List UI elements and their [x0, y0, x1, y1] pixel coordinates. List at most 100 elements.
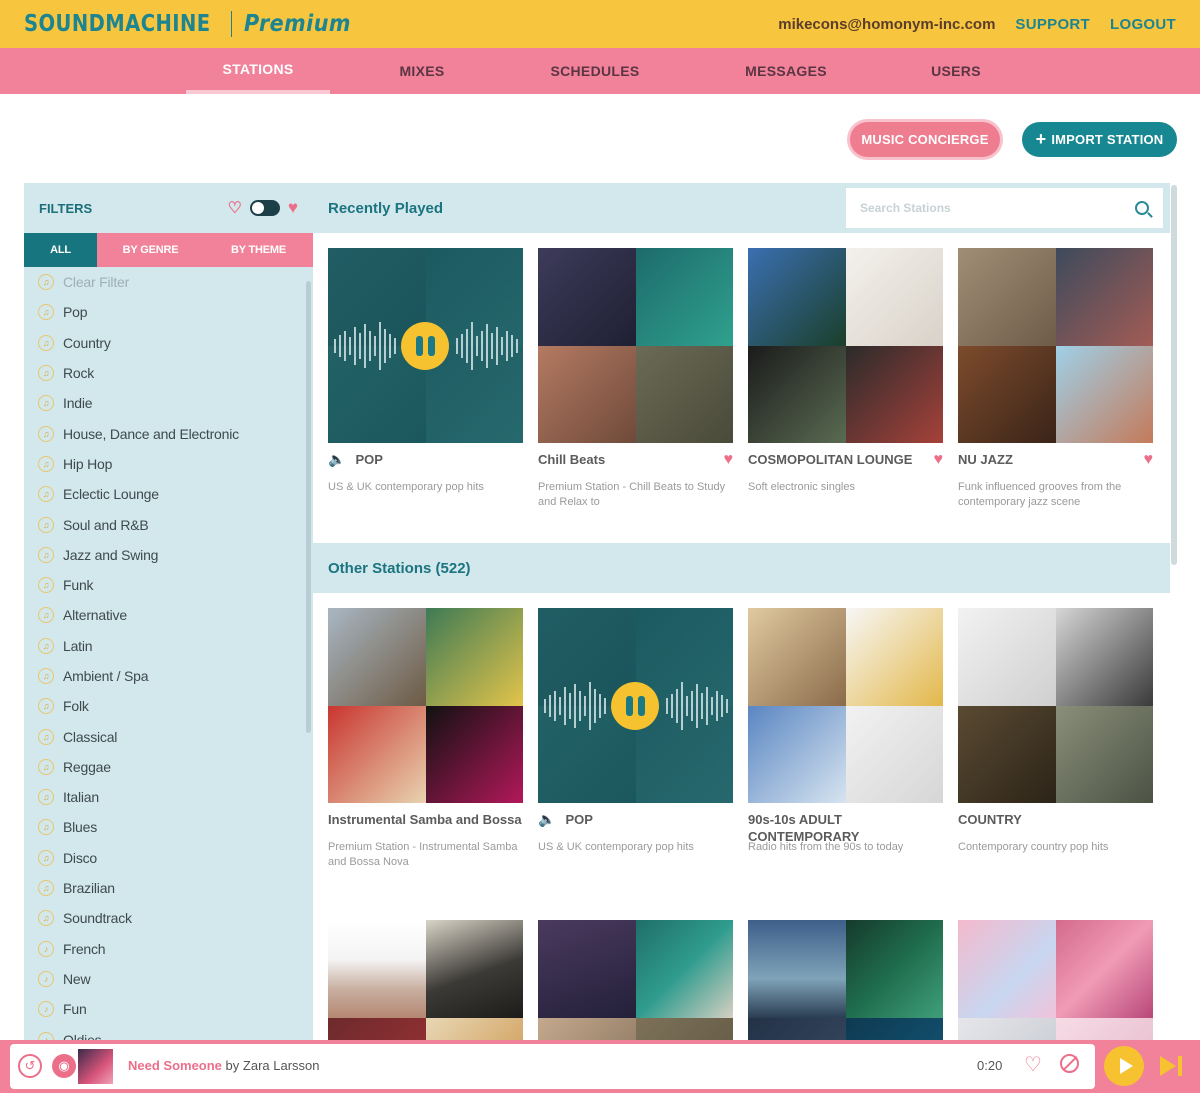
tab-mixes[interactable]: MIXES — [360, 48, 484, 94]
heart-filled-icon[interactable]: ♥ — [724, 451, 734, 468]
search-box[interactable]: Search Stations — [846, 188, 1163, 228]
station-cover[interactable] — [328, 920, 523, 1043]
station-card[interactable]: COSMOPOLITAN LOUNGE ♥ Soft electronic sing… — [748, 248, 943, 495]
station-title[interactable]: POP — [355, 451, 523, 468]
station-card[interactable]: Instrumental Samba and Bossa Premium Stat… — [328, 608, 523, 870]
station-title-row: NU JAZZ ♥ — [958, 449, 1153, 483]
station-card[interactable]: 🔈 POP US & UK contemporary pop hits — [538, 608, 733, 855]
genre-item[interactable]: ♫ Folk — [24, 691, 313, 721]
genre-item[interactable]: ♫ Disco — [24, 843, 313, 873]
support-link[interactable]: SUPPORT — [1015, 16, 1090, 33]
heart-filled-icon[interactable]: ♥ — [934, 451, 944, 468]
filter-tab-all[interactable]: ALL — [24, 233, 97, 267]
genre-item[interactable]: ♫ Ambient / Spa — [24, 661, 313, 691]
station-card[interactable]: 90s-10s ADULT CONTEMPORARY Radio hits fro… — [748, 608, 943, 855]
genre-item[interactable]: ♫ Alternative — [24, 600, 313, 630]
station-description: Soft electronic singles — [748, 481, 855, 493]
account-links: mikecons@homonym-inc.com SUPPORT LOGOUT — [778, 16, 1176, 33]
genre-item[interactable]: ♫ Soul and R&B — [24, 509, 313, 539]
genre-item[interactable]: ♫ House, Dance and Electronic — [24, 418, 313, 448]
genre-item[interactable]: ♫ Brazilian — [24, 873, 313, 903]
station-title[interactable]: Instrumental Samba and Bossa — [328, 811, 523, 828]
genre-label: Italian — [63, 789, 99, 806]
waveform-overlay — [538, 608, 733, 803]
station-cover[interactable] — [748, 248, 943, 443]
genre-item[interactable]: ♫ Latin — [24, 631, 313, 661]
now-playing-song[interactable]: Need Someone — [128, 1058, 222, 1073]
station-cover[interactable] — [538, 608, 733, 803]
music-note-icon: ♫ — [38, 516, 54, 533]
station-card[interactable] — [538, 920, 733, 1043]
genre-item[interactable]: ♪ New — [24, 964, 313, 994]
station-card[interactable]: COUNTRY Contemporary country pop hits — [958, 608, 1153, 855]
station-card[interactable]: NU JAZZ ♥ Funk influenced grooves from the… — [958, 248, 1153, 510]
clear-filter[interactable]: ♫ Clear Filter — [24, 267, 313, 297]
station-title[interactable]: COSMOPOLITAN LOUNGE — [748, 451, 930, 468]
station-title[interactable]: COUNTRY — [958, 811, 1153, 828]
play-button[interactable] — [1104, 1046, 1144, 1086]
block-icon[interactable] — [1060, 1054, 1079, 1073]
heart-filled-icon[interactable]: ♥ — [1144, 451, 1154, 468]
genre-item[interactable]: ♫ Italian — [24, 782, 313, 812]
import-station-button[interactable]: + IMPORT STATION — [1022, 122, 1177, 157]
genre-item[interactable]: ♫ Funk — [24, 570, 313, 600]
genre-item[interactable]: ♫ Jazz and Swing — [24, 540, 313, 570]
favorites-toggle[interactable] — [249, 200, 280, 216]
station-card[interactable] — [748, 920, 943, 1043]
tab-schedules[interactable]: SCHEDULES — [530, 48, 660, 94]
genre-item[interactable]: ♪ Fun — [24, 994, 313, 1024]
sidebar-scrollbar[interactable] — [306, 281, 311, 733]
genre-item[interactable]: ♫ Classical — [24, 721, 313, 751]
genre-item[interactable]: ♫ Blues — [24, 812, 313, 842]
station-title[interactable]: NU JAZZ — [958, 451, 1140, 468]
genre-item[interactable]: ♫ Reggae — [24, 752, 313, 782]
music-note-icon: ♫ — [38, 455, 54, 472]
tab-messages[interactable]: MESSAGES — [726, 48, 846, 94]
other-stations-header: Other Stations (522) — [313, 543, 1170, 593]
genre-item[interactable]: ♫ Eclectic Lounge — [24, 479, 313, 509]
station-cover[interactable] — [958, 920, 1153, 1043]
station-card[interactable] — [328, 920, 523, 1043]
station-cover[interactable] — [538, 920, 733, 1043]
heart-outline-icon[interactable]: ♡ — [1024, 1052, 1042, 1077]
station-cover[interactable] — [958, 608, 1153, 803]
eye-icon[interactable]: ◉ — [52, 1054, 76, 1078]
skip-icon[interactable] — [1160, 1054, 1186, 1078]
station-cover[interactable] — [748, 920, 943, 1043]
genre-item[interactable]: ♫ Indie — [24, 388, 313, 418]
station-card[interactable]: 🔈 POP US & UK contemporary pop hits — [328, 248, 523, 495]
station-cover[interactable] — [328, 608, 523, 803]
station-card[interactable] — [958, 920, 1153, 1043]
station-card[interactable]: Chill Beats ♥ Premium Station - Chill Beat… — [538, 248, 733, 510]
station-cover[interactable] — [538, 248, 733, 443]
filter-tab-by-genre[interactable]: BY GENRE — [97, 233, 204, 267]
genre-item[interactable]: ♫ Rock — [24, 358, 313, 388]
station-cover[interactable] — [328, 248, 523, 443]
genre-item[interactable]: ♪ French — [24, 934, 313, 964]
station-title[interactable]: POP — [565, 811, 733, 828]
station-cover[interactable] — [748, 608, 943, 803]
station-cover[interactable] — [958, 248, 1153, 443]
music-note-icon: ♫ — [38, 395, 54, 412]
music-concierge-button[interactable]: MUSIC CONCIERGE — [850, 122, 1000, 157]
pause-icon[interactable] — [401, 322, 449, 370]
genre-label: Classical — [63, 728, 118, 745]
rewind-icon[interactable]: ↺ — [18, 1054, 42, 1078]
music-note-icon: ♫ — [38, 334, 54, 351]
search-icon[interactable] — [1135, 201, 1149, 215]
station-title[interactable]: Chill Beats — [538, 451, 720, 468]
logo[interactable]: SOUNDMACHINE Premium — [24, 11, 363, 37]
main-scrollbar[interactable] — [1171, 185, 1177, 565]
filter-tab-by-theme[interactable]: BY THEME — [204, 233, 313, 267]
elapsed-time: 0:20 — [977, 1058, 1003, 1073]
search-input[interactable]: Search Stations — [860, 201, 951, 215]
genre-item[interactable]: ♫ Pop — [24, 297, 313, 327]
pause-icon[interactable] — [611, 682, 659, 730]
logout-link[interactable]: LOGOUT — [1110, 16, 1176, 33]
tab-stations[interactable]: STATIONS — [186, 48, 330, 94]
genre-item[interactable]: ♫ Country — [24, 328, 313, 358]
genre-item[interactable]: ♫ Hip Hop — [24, 449, 313, 479]
genre-item[interactable]: ♫ Soundtrack — [24, 903, 313, 933]
music-note-icon: ♫ — [38, 425, 54, 442]
tab-users[interactable]: USERS — [906, 48, 1006, 94]
